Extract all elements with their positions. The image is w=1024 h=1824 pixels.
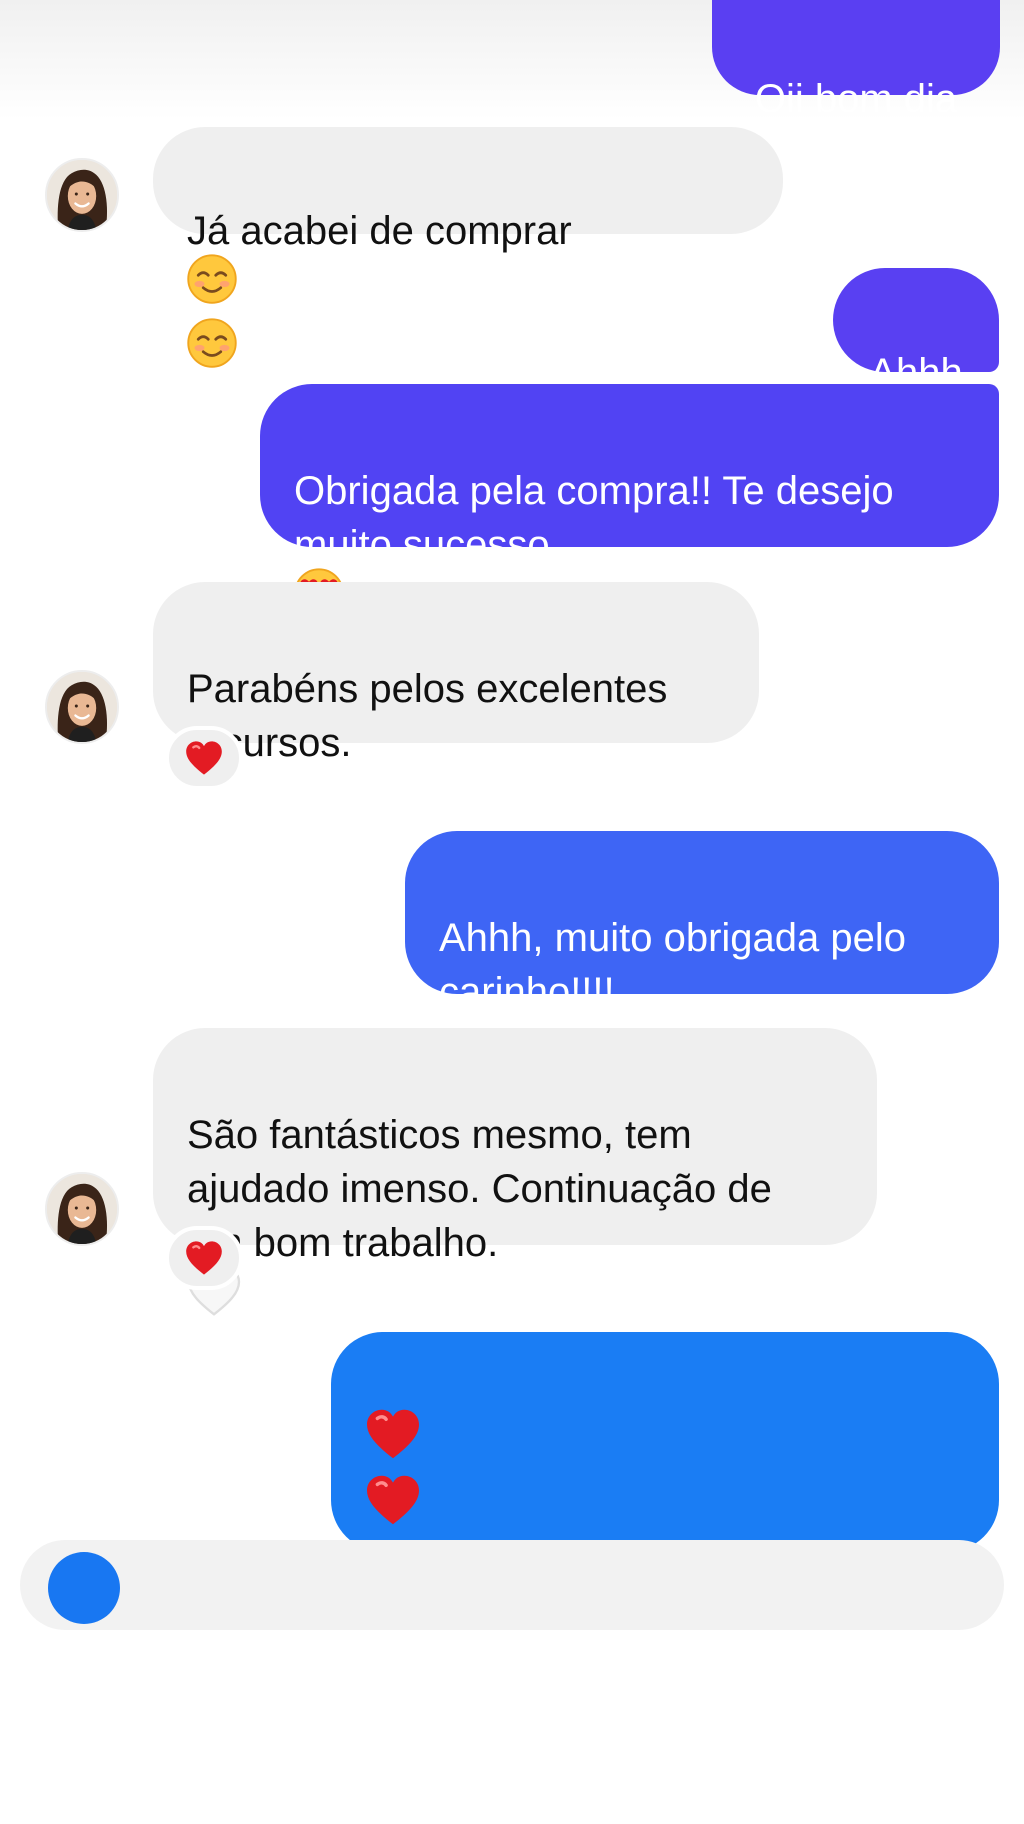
contact-avatar[interactable] [45, 158, 119, 232]
contact-avatar[interactable] [45, 1172, 119, 1246]
red-heart-emoji [185, 1240, 223, 1276]
message-outgoing-4[interactable]: Ahhh, muito obrigada pelo carinho!!!! [405, 831, 999, 1014]
reaction-badge[interactable] [165, 726, 243, 790]
message-text-rest: feedback. Fico muito feliz em contribuir… [365, 1721, 883, 1819]
contact-avatar[interactable] [45, 670, 119, 744]
message-incoming-3[interactable]: São fantásticos mesmo, tem ajudado imens… [153, 1028, 877, 1245]
smiling-face-emoji [187, 254, 237, 318]
message-outgoing-3[interactable]: Obrigada pela compra!! Te desejo muito s… [260, 384, 999, 547]
message-outgoing-2[interactable]: Ahhh [833, 268, 999, 395]
message-incoming-1[interactable]: Já acabei de comprar [153, 127, 783, 234]
reaction-badge[interactable] [165, 1226, 243, 1290]
red-heart-emoji [365, 1408, 421, 1474]
message-text: Já acabei de comprar [187, 209, 572, 253]
message-text: Obrigada pela compra!! Te desejo muito s… [294, 469, 894, 567]
message-text: Oii bom dia [754, 77, 958, 121]
message-outgoing-5[interactable]: Muito obrigada pelo feedback. Fico muito… [331, 1332, 999, 1819]
message-composer[interactable] [20, 1540, 1004, 1630]
message-incoming-2[interactable]: Parabéns pelos excelentes recursos. [153, 582, 759, 765]
message-text: São fantásticos mesmo, tem ajudado imens… [187, 1113, 772, 1265]
smiling-face-emoji [187, 318, 237, 382]
message-text: Ahhh, muito obrigada pelo carinho!!!! [439, 916, 906, 1014]
composer-action-button[interactable] [48, 1552, 120, 1624]
red-heart-emoji [365, 1474, 421, 1540]
message-text: Parabéns pelos excelentes recursos. [187, 667, 668, 765]
message-outgoing-1[interactable]: Oii bom dia [712, 0, 1000, 121]
red-heart-emoji [185, 740, 223, 776]
